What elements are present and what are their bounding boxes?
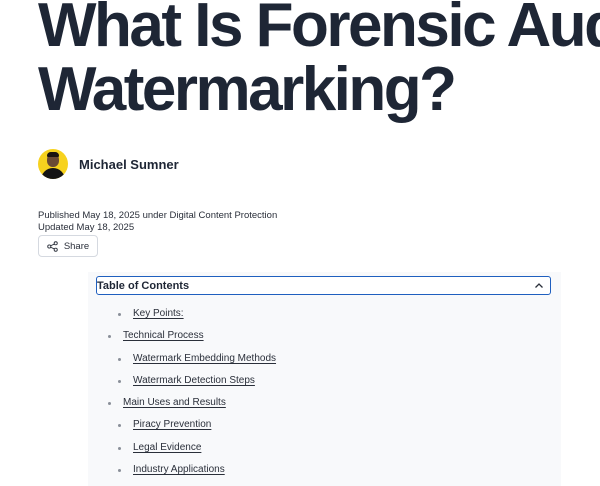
author-name[interactable]: Michael Sumner (79, 157, 179, 172)
share-button[interactable]: Share (38, 235, 98, 257)
toc-link[interactable]: Watermark Detection Steps (133, 375, 255, 386)
toc-link[interactable]: Key Points: (133, 308, 184, 319)
article-page: What Is Forensic Audio Watermarking? Mic… (0, 0, 600, 486)
avatar[interactable] (38, 149, 68, 179)
toc-link[interactable]: Piracy Prevention (133, 419, 211, 430)
toc-link[interactable]: Main Uses and Results (123, 397, 226, 408)
page-title-line-2: Watermarking? (38, 55, 457, 124)
share-label: Share (63, 240, 90, 252)
toc-link[interactable]: Industry Applications (133, 464, 225, 475)
bullet-icon (118, 357, 121, 361)
bullet-icon (108, 335, 111, 339)
toc-link[interactable]: Watermark Embedding Methods (133, 353, 276, 364)
bullet-icon (118, 313, 121, 316)
bullet-icon (118, 379, 121, 383)
page-title: What Is Forensic Audio Watermarking? (38, 0, 600, 122)
bullet-icon (108, 402, 111, 406)
published-date: Published May 18, 2025 under Digital Con… (38, 210, 278, 221)
bullet-icon (118, 446, 121, 450)
page-title-line-1: What Is Forensic Audio (38, 0, 600, 60)
table-of-contents: Table of Contents Key Points: Technical P… (88, 272, 561, 486)
bullet-icon (118, 469, 121, 473)
share-icon (47, 240, 58, 252)
toc-toggle[interactable]: Table of Contents (96, 276, 551, 295)
toc-link[interactable]: Legal Evidence (133, 442, 201, 453)
bullet-icon (118, 424, 121, 428)
chevron-up-icon (535, 282, 543, 288)
article-meta: Published May 18, 2025 under Digital Con… (38, 210, 277, 234)
updated-date: Updated May 18, 2025 (38, 222, 135, 233)
toc-link[interactable]: Technical Process (123, 330, 204, 341)
author-byline[interactable]: Michael Sumner (38, 149, 179, 179)
toc-title: Table of Contents (97, 279, 190, 292)
